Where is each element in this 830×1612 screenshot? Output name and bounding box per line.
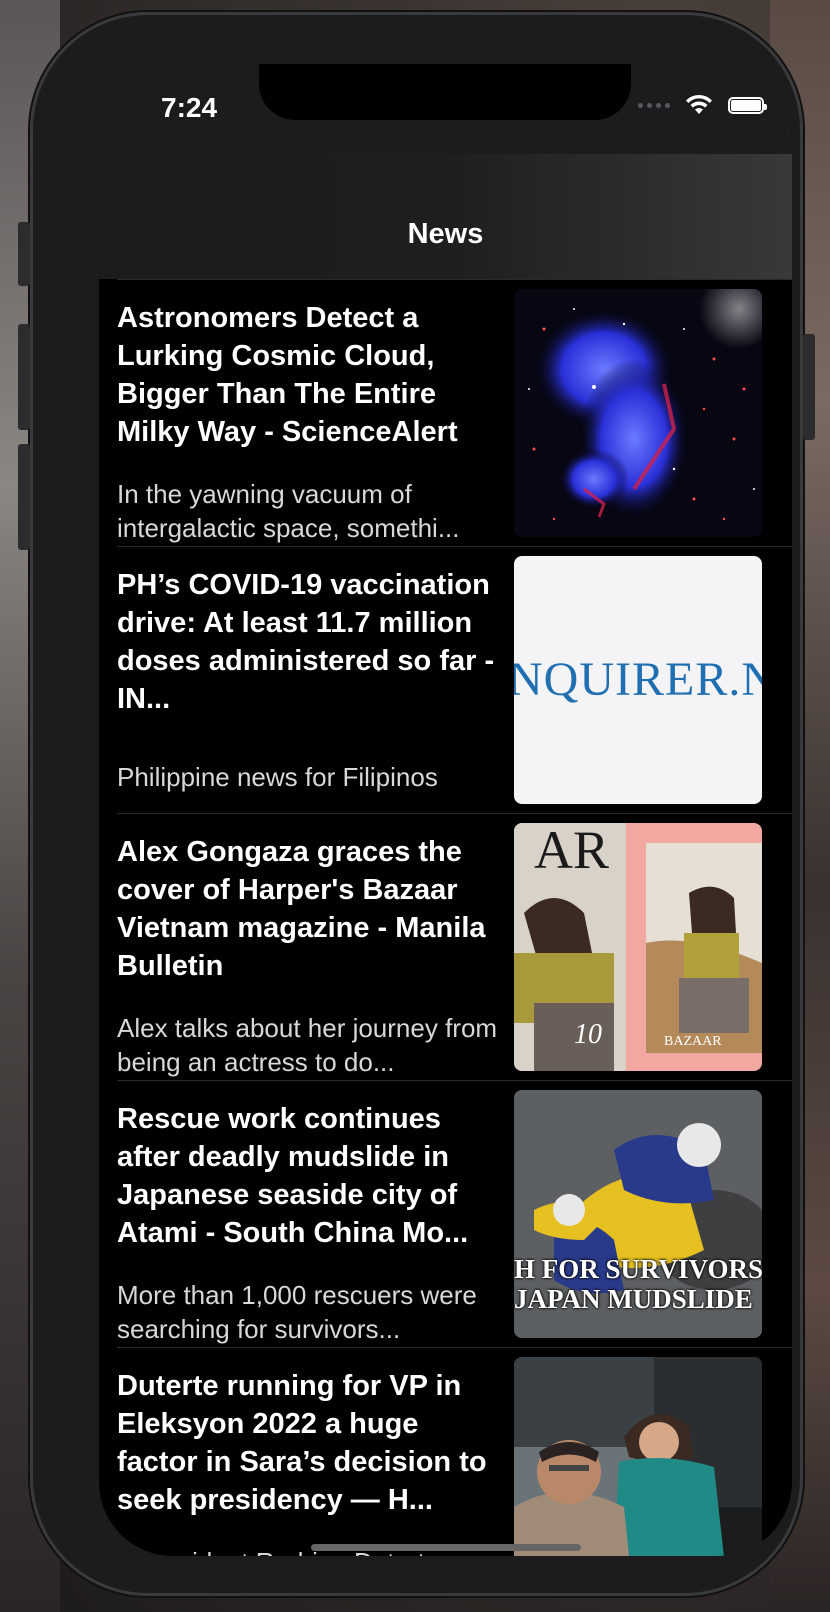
article-headline: Astronomers Detect a Lurking Cosmic Clou…	[117, 302, 458, 448]
article-thumbnail: H FOR SURVIVORS JAPAN MUDSLIDE	[514, 1090, 762, 1338]
article-headline: PH’s COVID-19 vaccination drive: At leas…	[117, 569, 495, 715]
article-summary: Alex talks about her journey from being …	[117, 1013, 498, 1077]
row-separator	[117, 279, 792, 280]
row-separator	[117, 1347, 792, 1348]
article-summary: In the yawning vacuum of intergalactic s…	[117, 479, 460, 543]
article-thumbnail: NQUIRER.NE	[514, 556, 762, 804]
news-row[interactable]: Duterte running for VP in Eleksyon 2022 …	[99, 1347, 792, 1556]
article-summary: Philippine news for Filipinos	[117, 762, 438, 792]
mute-switch	[18, 222, 30, 286]
status-time: 7:24	[161, 92, 218, 123]
nav-title: News	[407, 218, 484, 250]
notch	[259, 64, 631, 120]
wifi-icon	[686, 94, 712, 114]
navigation-bar: News	[99, 154, 792, 279]
news-row[interactable]: Astronomers Detect a Lurking Cosmic Clou…	[99, 279, 792, 547]
article-summary: More than 1,000 rescuers were searching …	[117, 1280, 477, 1344]
svg-text:10: 10	[574, 1019, 602, 1050]
article-thumbnail	[514, 289, 762, 537]
article-thumbnail: AR 10 BAZAAR	[514, 823, 762, 1071]
screen: 7:24 News Astronomers Detect a Lurking C…	[99, 64, 792, 1556]
power-button	[803, 334, 815, 440]
image-caption: JAPAN MUDSLIDE	[514, 1284, 753, 1314]
inquirer-logo-text: NQUIRER.NE	[514, 653, 762, 706]
article-thumbnail	[514, 1357, 762, 1556]
volume-down-button	[18, 444, 30, 550]
svg-text:BAZAAR: BAZAAR	[664, 1034, 722, 1049]
cellular-signal-icon	[638, 102, 670, 108]
article-headline: Duterte running for VP in Eleksyon 2022 …	[117, 1370, 487, 1516]
svg-text:AR: AR	[534, 823, 609, 880]
news-row[interactable]: PH’s COVID-19 vaccination drive: At leas…	[99, 546, 792, 814]
battery-icon	[728, 96, 767, 114]
row-separator	[117, 546, 792, 547]
news-row[interactable]: Rescue work continues after deadly mudsl…	[99, 1080, 792, 1348]
status-icons	[638, 94, 767, 116]
home-indicator[interactable]	[311, 1544, 581, 1551]
article-headline: Rescue work continues after deadly mudsl…	[117, 1103, 469, 1249]
row-separator	[117, 813, 792, 814]
volume-up-button	[18, 324, 30, 430]
status-bar: 7:24	[99, 64, 792, 154]
phone-frame: 7:24 News Astronomers Detect a Lurking C…	[18, 12, 815, 1596]
row-separator	[117, 1080, 792, 1081]
news-row[interactable]: Alex Gongaza graces the cover of Harper'…	[99, 813, 792, 1081]
image-caption: H FOR SURVIVORS	[514, 1254, 762, 1284]
article-headline: Alex Gongaza graces the cover of Harper'…	[117, 836, 486, 982]
